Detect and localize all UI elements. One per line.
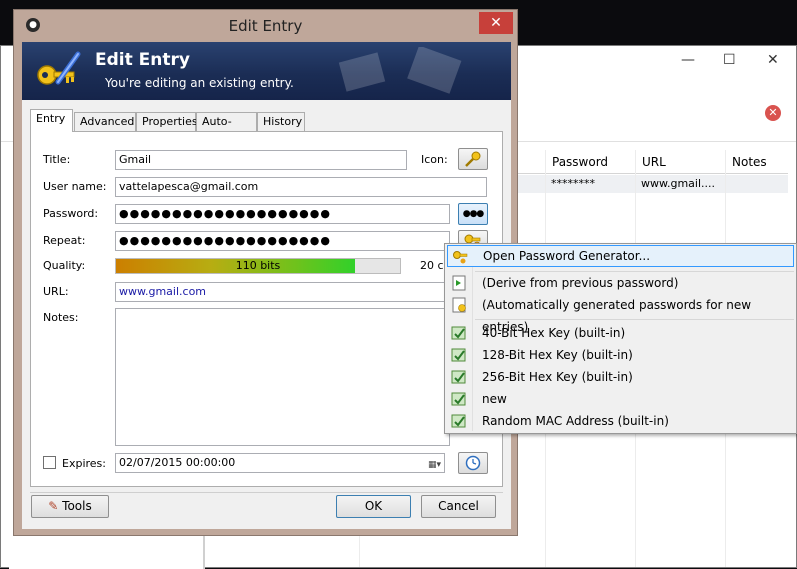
derive-icon [452,275,466,291]
banner-subtitle: You're editing an existing entry. [105,76,294,90]
menu-item-label: 128-Bit Hex Key (built-in) [482,348,633,362]
menu-item-random-mac[interactable]: Random MAC Address (built-in) [447,410,794,432]
menu-item-open-generator[interactable]: Open Password Generator... [447,245,794,267]
expiry-date-text: 02/07/2015 00:00:00 [119,456,236,469]
menu-item-label: new [482,392,507,406]
repeat-password-input[interactable]: ●●●●●●●●●●●●●●●●●●●● [115,231,450,251]
key-pen-icon [37,51,81,85]
menu-item-256bit-hex[interactable]: 256-Bit Hex Key (built-in) [447,366,794,388]
menu-item-128bit-hex[interactable]: 128-Bit Hex Key (built-in) [447,344,794,366]
tools-button-label: Tools [62,499,92,513]
minimize-button[interactable]: — [681,52,695,68]
tools-icon: ✎ [48,499,59,513]
password-quality-bar: 110 bits [115,258,401,274]
repeat-label: Repeat: [43,234,86,247]
url-input[interactable]: www.gmail.com [115,282,450,302]
row-password-cell: ******** [551,177,595,190]
menu-item-label: 256-Bit Hex Key (built-in) [482,370,633,384]
expires-label: Expires: [62,457,106,470]
tools-button[interactable]: ✎ Tools [31,495,109,518]
expiry-date-picker[interactable]: 02/07/2015 00:00:00 ▦▾ [115,453,445,473]
menu-item-label: 40-Bit Hex Key (built-in) [482,326,626,340]
dialog-close-button[interactable]: ✕ [479,12,513,34]
tab-history[interactable]: History [257,112,305,131]
icon-picker-button[interactable] [458,148,488,170]
tab-entry[interactable]: Entry [30,109,73,132]
profile-icon [451,348,466,362]
button-row-separator [30,492,503,493]
password-label: Password: [43,207,99,220]
menu-item-40bit-hex[interactable]: 40-Bit Hex Key (built-in) [447,322,794,344]
notes-textarea[interactable] [115,308,450,446]
tab-auto-type[interactable]: Auto-Type [196,112,257,146]
maximize-button[interactable]: ☐ [723,52,736,68]
username-input[interactable]: vattelapesca@gmail.com [115,177,487,197]
tab-properties[interactable]: Properties [136,112,198,131]
title-label: Title: [43,153,71,166]
icon-label: Icon: [421,153,448,166]
auto-generate-icon [452,297,466,313]
dialog-client-area: Edit Entry You're editing an existing en… [22,42,511,529]
ok-button[interactable]: OK [336,495,411,518]
column-header-password[interactable]: Password [545,150,635,174]
username-label: User name: [43,180,107,193]
clear-search-icon[interactable]: ✕ [765,105,781,121]
password-input[interactable]: ●●●●●●●●●●●●●●●●●●●● [115,204,450,224]
menu-item-new[interactable]: new [447,388,794,410]
banner-watermark-icon [338,47,462,94]
profile-icon [451,414,466,428]
notes-label: Notes: [43,311,79,324]
clock-icon [465,455,481,471]
title-input[interactable]: Gmail [115,150,407,170]
key-generator-icon [453,251,468,264]
profile-icon [451,392,466,406]
key-icon [465,151,481,167]
menu-item-label: (Derive from previous password) [482,276,679,290]
cancel-button[interactable]: Cancel [421,495,496,518]
profile-icon [451,370,466,384]
profile-icon [451,326,466,340]
column-header-notes[interactable]: Notes [725,150,795,174]
expires-checkbox[interactable] [43,456,56,469]
row-url-cell: www.gmail.... [641,177,716,190]
calendar-dropdown-icon[interactable]: ▦▾ [428,456,441,472]
dialog-window-title: Edit Entry [228,17,303,35]
tab-advanced[interactable]: Advanced [74,112,136,131]
banner-title: Edit Entry [95,50,190,70]
menu-item-label: Random MAC Address (built-in) [482,414,669,428]
main-close-button[interactable]: ✕ [767,52,779,68]
column-header-url[interactable]: URL [635,150,725,174]
show-password-button[interactable]: ●●● [458,203,488,225]
entry-tab-panel: Title: Gmail Icon: User name: vattelapes… [30,131,503,487]
edit-entry-dialog: ● Edit Entry ✕ Edit Entry You're editing… [13,9,518,536]
expiry-presets-button[interactable] [458,452,488,474]
password-generator-menu: Open Password Generator... (Derive from … [444,243,797,434]
menu-separator [475,319,794,320]
menu-item-auto-generated[interactable]: (Automatically generated passwords for n… [447,294,794,334]
menu-item-label: Open Password Generator... [483,249,651,263]
quality-bits-text: 110 bits [235,259,281,272]
quality-label: Quality: [43,259,86,272]
menu-item-derive[interactable]: (Derive from previous password) [447,272,794,294]
dialog-banner: Edit Entry You're editing an existing en… [22,42,511,100]
url-label: URL: [43,285,69,298]
